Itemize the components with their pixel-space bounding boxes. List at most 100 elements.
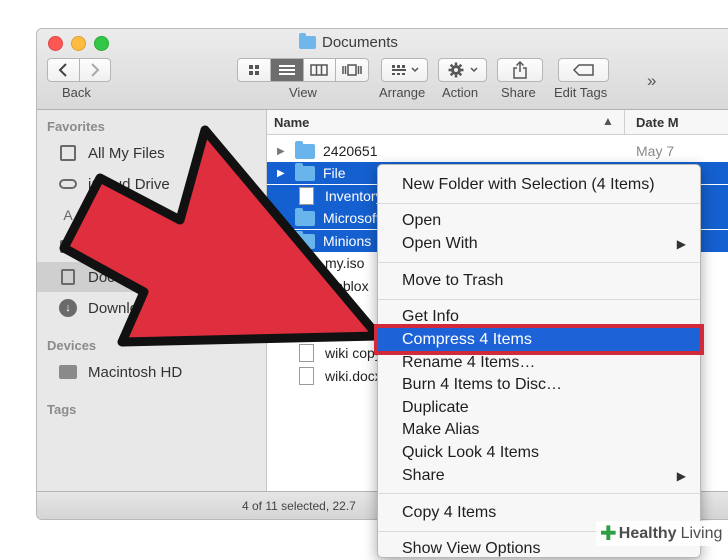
folder-icon (295, 207, 315, 226)
menu-item-get-info[interactable]: Get Info (378, 305, 700, 328)
cloud-icon (58, 174, 78, 194)
applications-icon: A (63, 207, 73, 223)
view-label: View (289, 85, 317, 100)
menu-item-label: Copy 4 Items (402, 503, 497, 521)
back-button[interactable] (48, 59, 80, 81)
document-icon (299, 299, 314, 317)
close-button[interactable] (48, 36, 63, 51)
menu-item-open-with[interactable]: Open With ▶ (378, 232, 700, 255)
disclosure-triangle-icon[interactable]: ▶ (277, 213, 287, 224)
favorites-header: Favorites (47, 119, 105, 134)
arrange-button[interactable] (381, 58, 428, 82)
sidebar-item-icloud-drive[interactable]: iCloud Drive (37, 169, 266, 199)
sidebar-item-documents[interactable]: Documents (37, 262, 266, 292)
watermark-suffix: Living (680, 524, 723, 542)
menu-item-label: Rename 4 Items… (402, 353, 536, 371)
chevron-down-icon (410, 67, 419, 73)
disclosure-triangle-icon[interactable]: ▶ (277, 168, 287, 179)
submenu-arrow-icon: ▶ (676, 236, 686, 251)
table-row[interactable]: ▶ 2420651 May 7 (267, 140, 728, 162)
plus-icon: ✚ (600, 523, 617, 545)
coverflow-icon (342, 64, 362, 76)
menu-item-label: Duplicate (402, 398, 469, 416)
zoom-button[interactable] (94, 36, 109, 51)
watermark-brand: Healthy (618, 524, 677, 542)
menu-item-label: Show View Options (402, 539, 541, 557)
file-name: Microsoft (323, 210, 380, 226)
action-label: Action (442, 85, 479, 100)
window-controls (48, 36, 109, 51)
menu-item-rename[interactable]: Rename 4 Items… (378, 351, 700, 374)
folder-icon (295, 162, 315, 181)
columns-icon (310, 64, 329, 76)
sidebar-item-label: iCloud Drive (88, 175, 170, 193)
document-icon (299, 367, 314, 385)
chevron-right-icon (91, 63, 100, 77)
view-icons-button[interactable] (238, 59, 271, 81)
view-list-button[interactable] (270, 59, 304, 81)
menu-item-duplicate[interactable]: Duplicate (378, 396, 700, 419)
forward-button[interactable] (80, 59, 111, 81)
toolbar: Documents Back View Arrange Action Share… (37, 29, 728, 110)
documents-icon (58, 267, 78, 287)
context-menu: New Folder with Selection (4 Items) Open… (374, 164, 704, 558)
column-divider[interactable] (624, 110, 625, 134)
menu-item-label: Get Info (402, 307, 459, 325)
list-icon (278, 65, 295, 75)
edit-tags-button[interactable] (558, 58, 609, 82)
disk-image-icon (299, 254, 314, 272)
menu-item-label: New Folder with Selection (4 Items) (402, 175, 655, 193)
share-button[interactable] (497, 58, 543, 82)
view-columns-button[interactable] (304, 59, 337, 81)
file-name: File (323, 165, 346, 181)
menu-item-burn-to-disc[interactable]: Burn 4 Items to Disc… (378, 373, 700, 396)
action-button[interactable] (438, 58, 487, 82)
sidebar-item-label: Documents (88, 268, 164, 286)
edit-tags-label: Edit Tags (554, 85, 608, 100)
document-icon (299, 277, 314, 295)
menu-item-label: Compress 4 Items (402, 330, 532, 348)
menu-item-move-to-trash[interactable]: Move to Trash (378, 269, 700, 292)
sort-ascending-icon: ▲ (602, 114, 614, 128)
desktop-icon (58, 236, 78, 256)
sidebar-item-all-my-files[interactable]: All My Files (37, 138, 266, 168)
minimize-button[interactable] (71, 36, 86, 51)
share-label: Share (501, 85, 536, 100)
disclosure-triangle-icon[interactable]: ▶ (277, 236, 287, 247)
tags-header: Tags (47, 402, 77, 417)
devices-header: Devices (47, 338, 97, 353)
share-icon (513, 61, 527, 79)
menu-item-compress[interactable]: Compress 4 Items (374, 324, 704, 355)
folder-icon (295, 230, 315, 249)
file-name: 2420651 (323, 143, 378, 159)
sidebar: Favorites All My Files iCloud Drive A Ap… (37, 110, 267, 491)
sidebar-item-label: Desktop (88, 237, 144, 255)
back-label: Back (62, 85, 91, 100)
menu-item-open[interactable]: Open (378, 209, 700, 232)
chevron-left-icon (58, 63, 67, 77)
sidebar-item-downloads[interactable]: ↓ Downloads (37, 293, 266, 323)
file-name: Roblox (325, 278, 369, 294)
menu-item-label: Open (402, 211, 442, 229)
document-icon (299, 187, 314, 205)
chevron-down-icon (469, 67, 478, 73)
sidebar-item-label: All My Files (88, 144, 165, 162)
menu-item-quick-look[interactable]: Quick Look 4 Items (378, 441, 700, 464)
window-title: Documents (299, 33, 398, 51)
menu-item-share[interactable]: Share ▶ (378, 464, 700, 487)
sidebar-item-applications[interactable]: A Applications (37, 200, 266, 230)
file-name: wiki.docx (325, 368, 382, 384)
window-title-text: Documents (322, 34, 398, 51)
selection-status: 4 of 11 selected, 22.7 (242, 499, 356, 513)
name-column-header[interactable]: Name (274, 115, 309, 130)
gear-icon (448, 62, 463, 78)
toolbar-overflow-button[interactable]: » (647, 71, 656, 91)
menu-item-make-alias[interactable]: Make Alias (378, 418, 700, 441)
sidebar-item-desktop[interactable]: Desktop (37, 231, 266, 261)
view-coverflow-button[interactable] (336, 59, 368, 81)
date-column-header[interactable]: Date M (636, 115, 679, 130)
menu-item-new-folder-with-selection[interactable]: New Folder with Selection (4 Items) (378, 173, 700, 196)
downloads-icon: ↓ (58, 298, 78, 318)
disclosure-triangle-icon[interactable]: ▶ (277, 146, 287, 157)
sidebar-item-macintosh-hd[interactable]: Macintosh HD (37, 357, 266, 387)
